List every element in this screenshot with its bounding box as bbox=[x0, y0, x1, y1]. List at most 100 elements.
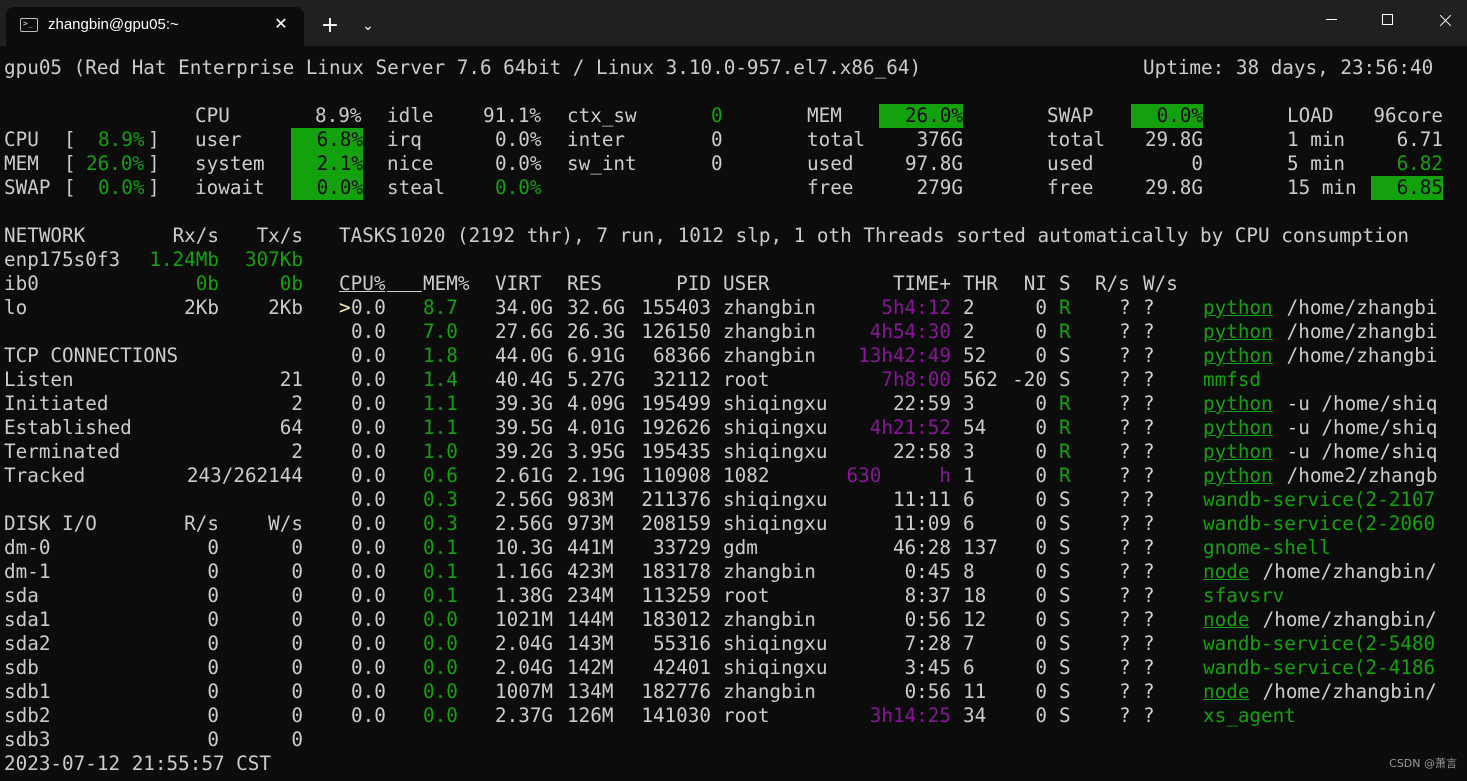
mem-percent: 26.0% bbox=[879, 104, 963, 128]
process-command[interactable]: python bbox=[1203, 344, 1273, 368]
process-cpu[interactable]: 0.0 bbox=[351, 704, 386, 728]
process-cpu[interactable]: 0.0 bbox=[351, 392, 386, 416]
process-time: 13h42:49 bbox=[858, 344, 951, 367]
process-read-rate: ? bbox=[1119, 320, 1131, 343]
process-args: /home/zhangbi bbox=[1275, 320, 1438, 343]
process-command[interactable]: node bbox=[1203, 560, 1249, 584]
disk-name: sdb1 bbox=[4, 680, 51, 703]
load-5min-label: 5 min bbox=[1287, 152, 1346, 175]
process-command[interactable]: python bbox=[1203, 392, 1273, 416]
col-time-header[interactable]: TIME+ bbox=[843, 272, 951, 296]
process-virt: 2.61G bbox=[495, 464, 554, 487]
swap-used-value: 0 bbox=[1191, 152, 1203, 175]
col-pid-header[interactable]: PID bbox=[639, 272, 711, 296]
process-cpu[interactable]: 0.0 bbox=[351, 512, 386, 536]
col-s-header[interactable]: S bbox=[1059, 272, 1071, 296]
chevron-down-icon[interactable]: ⌄ bbox=[354, 12, 382, 40]
minimize-button[interactable] bbox=[1302, 0, 1360, 40]
process-cpu[interactable]: 0.0 bbox=[351, 608, 386, 632]
process-pid: 192626 bbox=[641, 416, 711, 439]
process-status: R bbox=[1059, 464, 1071, 487]
process-cpu[interactable]: 0.0 bbox=[351, 536, 386, 560]
tab-close-icon[interactable]: ✕ bbox=[270, 13, 292, 35]
tcp-title: TCP CONNECTIONS bbox=[4, 344, 179, 367]
terminal-tab[interactable]: >_ zhangbin@gpu05:~ ✕ bbox=[6, 7, 304, 46]
process-user: 1082 bbox=[723, 464, 770, 487]
process-command[interactable]: wandb-service(2-2060 bbox=[1203, 512, 1435, 536]
process-read-rate: ? bbox=[1119, 656, 1131, 679]
process-args: -u /home/shiq bbox=[1275, 392, 1438, 415]
maximize-button[interactable] bbox=[1358, 0, 1416, 40]
process-read-rate: ? bbox=[1119, 488, 1131, 511]
process-command[interactable]: gnome-shell bbox=[1203, 536, 1331, 560]
process-cpu[interactable]: 0.0 bbox=[351, 584, 386, 608]
col-cpu-header[interactable]: CPU% bbox=[339, 272, 385, 296]
process-virt: 1021M bbox=[495, 608, 554, 631]
process-pid: 195435 bbox=[641, 440, 711, 463]
process-cpu[interactable]: 0.0 bbox=[351, 656, 386, 680]
tcp-value: 243/262144 bbox=[186, 464, 303, 487]
process-cpu[interactable]: 0.0 bbox=[351, 464, 386, 488]
process-cpu[interactable]: 0.0 bbox=[351, 296, 386, 320]
process-command[interactable]: python bbox=[1203, 320, 1273, 344]
process-command[interactable]: wandb-service(2-2107 bbox=[1203, 488, 1435, 512]
process-cpu[interactable]: 0.0 bbox=[351, 416, 386, 440]
process-command[interactable]: node bbox=[1203, 608, 1249, 632]
mem-used-label: used bbox=[807, 152, 854, 175]
col-user-header[interactable]: USER bbox=[723, 272, 769, 296]
process-cpu[interactable]: 0.0 bbox=[351, 632, 386, 656]
col-virt-header[interactable]: VIRT bbox=[495, 272, 541, 296]
disk-write-value: 0 bbox=[291, 632, 303, 655]
process-user: shiqingxu bbox=[723, 488, 828, 511]
process-command[interactable]: xs_agent bbox=[1203, 704, 1296, 728]
mem-free-label: free bbox=[807, 176, 854, 199]
process-command[interactable]: wandb-service(2-4186 bbox=[1203, 656, 1435, 680]
process-threads: 8 bbox=[963, 560, 975, 583]
tcp-label: Terminated bbox=[4, 440, 121, 463]
process-cpu[interactable]: 0.0 bbox=[351, 560, 386, 584]
network-interface-name: enp175s0f3 bbox=[4, 248, 121, 271]
process-command[interactable]: python bbox=[1203, 416, 1273, 440]
process-status: S bbox=[1059, 608, 1071, 631]
row-selector bbox=[339, 632, 351, 656]
process-pid: 183012 bbox=[641, 608, 711, 631]
disk-write-value: 0 bbox=[291, 728, 303, 751]
process-virt: 39.2G bbox=[495, 440, 554, 463]
process-pid: 211376 bbox=[641, 488, 711, 511]
network-tx-value: 0b bbox=[279, 272, 303, 295]
col-thr-header[interactable]: THR bbox=[963, 272, 998, 296]
process-command[interactable]: node bbox=[1203, 680, 1249, 704]
process-command[interactable]: wandb-service(2-5480 bbox=[1203, 632, 1435, 656]
new-tab-button[interactable]: + bbox=[316, 12, 344, 40]
process-status: R bbox=[1059, 296, 1071, 319]
process-command[interactable]: mmfsd bbox=[1203, 368, 1261, 392]
process-cpu[interactable]: 0.0 bbox=[351, 320, 386, 344]
process-cpu[interactable]: 0.0 bbox=[351, 488, 386, 512]
process-user: shiqingxu bbox=[723, 512, 828, 535]
col-ni-header[interactable]: NI bbox=[1011, 272, 1047, 296]
disk-name: dm-1 bbox=[4, 560, 51, 583]
col-res-header[interactable]: RES bbox=[567, 272, 602, 296]
process-command[interactable]: sfavsrv bbox=[1203, 584, 1284, 608]
process-cpu[interactable]: 0.0 bbox=[351, 440, 386, 464]
col-mem-header[interactable]: MEM% bbox=[423, 272, 469, 296]
load-15min-value: 6.85 bbox=[1371, 176, 1443, 200]
process-threads: 18 bbox=[963, 584, 987, 607]
process-mem: 1.1 bbox=[423, 392, 458, 415]
process-cpu[interactable]: 0.0 bbox=[351, 344, 386, 368]
col-rs-header[interactable]: R/s bbox=[1095, 272, 1130, 296]
terminal-output[interactable]: gpu05 (Red Hat Enterprise Linux Server 7… bbox=[0, 46, 1467, 781]
col-ws-header[interactable]: W/s bbox=[1143, 272, 1178, 296]
process-args: /home2/zhangb bbox=[1275, 464, 1438, 487]
process-command[interactable]: python bbox=[1203, 440, 1273, 464]
process-args: /home/zhangbin/ bbox=[1251, 680, 1437, 703]
process-cpu[interactable]: 0.0 bbox=[351, 680, 386, 704]
disk-read-value: 0 bbox=[207, 656, 219, 679]
process-cpu[interactable]: 0.0 bbox=[351, 368, 386, 392]
process-command[interactable]: python bbox=[1203, 464, 1273, 488]
process-command[interactable]: python bbox=[1203, 296, 1273, 320]
row-selector bbox=[339, 392, 351, 416]
close-window-button[interactable] bbox=[1416, 0, 1467, 40]
process-mem: 1.1 bbox=[423, 416, 458, 439]
process-mem: 0.3 bbox=[423, 488, 458, 511]
